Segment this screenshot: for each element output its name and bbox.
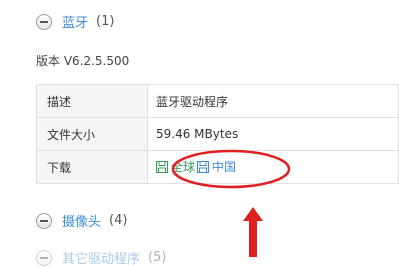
section-title[interactable]: 摄像头 [62,211,101,230]
section-count: (5) [148,250,167,265]
section-camera[interactable]: 摄像头 (4) [36,211,127,230]
section-bluetooth[interactable]: 蓝牙 (1) [36,12,114,31]
row-value-description: 蓝牙驱动程序 [147,84,399,118]
row-key-download: 下载 [36,150,148,184]
save-icon [156,160,168,173]
row-value-filesize: 59.46 MBytes [147,117,399,151]
section-count: (4) [109,213,128,228]
version-label: 版本 V6.2.5.500 [36,54,130,68]
row-key-filesize: 文件大小 [36,117,148,151]
row-key-description: 描述 [36,84,148,118]
section-other-drivers[interactable]: 其它驱动程序 (5) [36,248,166,267]
section-count: (1) [96,14,115,29]
annotation-circle [171,149,291,189]
collapse-minus-icon[interactable] [36,13,52,30]
table-row: 描述 蓝牙驱动程序 [36,84,399,118]
annotation-arrow-icon [243,207,263,257]
section-title[interactable]: 蓝牙 [62,12,88,31]
collapse-minus-icon[interactable] [36,249,52,266]
section-title[interactable]: 其它驱动程序 [62,248,140,267]
collapse-minus-icon[interactable] [36,212,52,229]
table-row: 文件大小 59.46 MBytes [36,117,399,151]
